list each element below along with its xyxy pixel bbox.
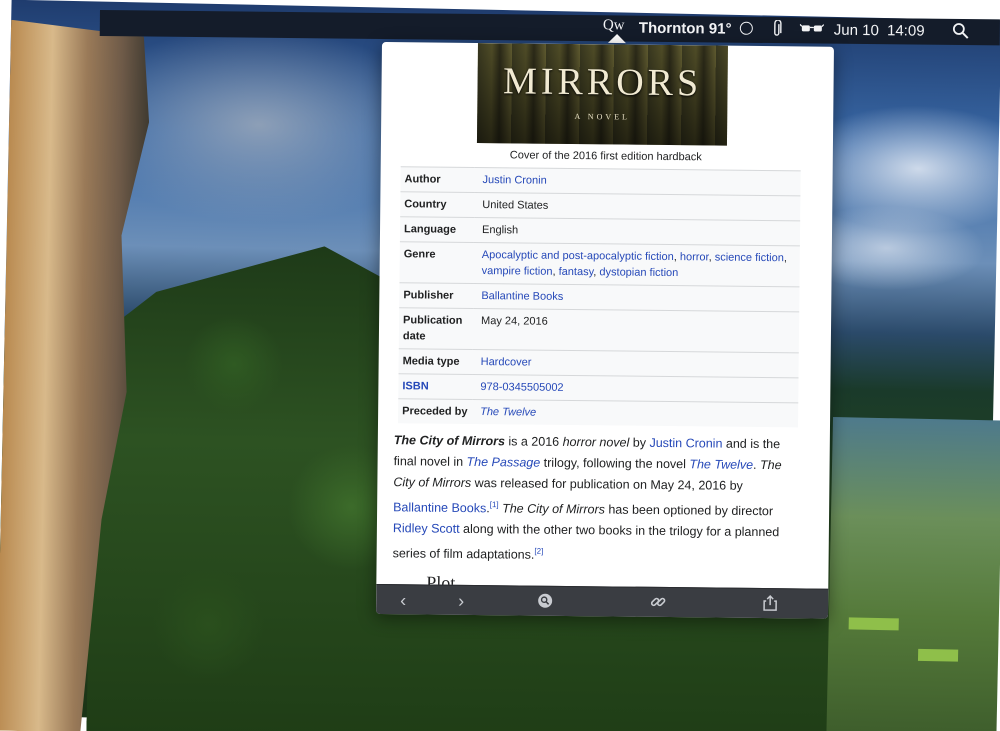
- genre-link[interactable]: science fiction: [715, 251, 784, 264]
- wikipedia-popover: MIRRORS A NOVEL Cover of the 2016 first …: [376, 42, 834, 619]
- genre-link[interactable]: fantasy: [559, 266, 594, 278]
- publisher-link[interactable]: Ballantine Books: [481, 290, 563, 303]
- weather-menu-item[interactable]: Thornton 91°: [639, 20, 732, 38]
- article-intro-paragraph: The City of Mirrors is a 2016 horror nov…: [393, 430, 798, 569]
- text-span: was released for publication on May 24, …: [471, 475, 743, 493]
- paperclip-icon[interactable]: [772, 19, 782, 42]
- infobox: Author Justin Cronin Country United Stat…: [398, 166, 801, 428]
- wallpaper-valley: [826, 417, 1000, 731]
- preceded-by-link[interactable]: The Twelve: [480, 406, 536, 419]
- isbn-label-link[interactable]: ISBN: [398, 373, 473, 400]
- menu-clock[interactable]: Jun 10 14:09: [834, 22, 925, 40]
- circle-icon[interactable]: [739, 21, 753, 35]
- popover-caret: [607, 33, 627, 44]
- infobox-value: English: [473, 217, 801, 246]
- genre-link[interactable]: Apocalyptic and post-apocalyptic fiction: [482, 249, 674, 263]
- book-cover-image: MIRRORS A NOVEL: [476, 43, 728, 146]
- menu-date: Jun 10: [833, 21, 879, 40]
- text-span: has been optioned by director: [604, 502, 774, 519]
- publisher-link[interactable]: Ballantine Books: [393, 500, 486, 515]
- reference-link[interactable]: [1]: [490, 500, 499, 509]
- infobox-value: United States: [474, 192, 801, 221]
- infobox-label: Publisher: [399, 282, 474, 309]
- text-span: by: [629, 435, 650, 450]
- back-button[interactable]: ‹: [393, 590, 413, 610]
- infobox-row: Preceded by The Twelve: [398, 398, 799, 428]
- genre-list: Apocalyptic and post-apocalyptic fiction…: [473, 242, 800, 287]
- text-span: trilogy, following the novel: [540, 455, 690, 472]
- menu-time: 14:09: [886, 22, 925, 40]
- glasses-icon[interactable]: [799, 20, 825, 40]
- author-link[interactable]: Justin Cronin: [649, 436, 722, 451]
- wallpaper-field: [848, 617, 899, 631]
- qwiki-menu-icon[interactable]: Qw: [603, 17, 625, 34]
- author-link[interactable]: Justin Cronin: [482, 174, 546, 187]
- isbn-link[interactable]: 978-0345505002: [480, 381, 563, 394]
- desktop: Qw Thornton 91° Jun 10 14:09 MIRRORS A N…: [0, 0, 1000, 731]
- trilogy-link[interactable]: The Passage: [467, 455, 541, 470]
- cover-subtitle: A NOVEL: [574, 112, 630, 122]
- infobox-label: Media type: [398, 348, 473, 375]
- infobox-label: Author: [400, 166, 475, 193]
- director-link[interactable]: Ridley Scott: [393, 521, 460, 536]
- infobox-label: Preceded by: [398, 398, 473, 424]
- previous-novel-link[interactable]: The Twelve: [689, 457, 753, 472]
- cover-caption: Cover of the 2016 first edition hardback: [509, 149, 702, 164]
- infobox-label: Language: [399, 216, 475, 243]
- popover-toolbar: ‹ ›: [376, 583, 829, 619]
- link-icon[interactable]: [648, 593, 668, 613]
- share-icon[interactable]: [760, 594, 780, 614]
- text-span: horror novel: [562, 434, 630, 450]
- search-icon[interactable]: [952, 22, 970, 44]
- infobox-row: Genre Apocalyptic and post-apocalyptic f…: [399, 241, 800, 287]
- reference-link[interactable]: [2]: [534, 547, 543, 556]
- infobox-label: Country: [400, 191, 475, 218]
- wallpaper-field: [917, 648, 959, 662]
- search-icon[interactable]: [535, 592, 555, 612]
- article-title: The City of Mirrors: [393, 433, 506, 449]
- infobox-label: Publication date: [398, 307, 474, 350]
- genre-link[interactable]: horror: [680, 251, 709, 263]
- text-span: is a 2016: [504, 434, 563, 449]
- text-span: The City of Mirrors: [502, 501, 605, 517]
- article-content[interactable]: MIRRORS A NOVEL Cover of the 2016 first …: [376, 42, 834, 589]
- infobox-value: May 24, 2016: [472, 308, 800, 353]
- genre-link[interactable]: dystopian fiction: [599, 266, 678, 279]
- genre-link[interactable]: vampire fiction: [482, 265, 553, 278]
- forward-button[interactable]: ›: [451, 591, 471, 611]
- infobox-label: Genre: [399, 241, 474, 284]
- infobox-row: Publication date May 24, 2016: [398, 307, 800, 353]
- media-type-link[interactable]: Hardcover: [481, 356, 532, 369]
- cover-title: MIRRORS: [502, 60, 703, 105]
